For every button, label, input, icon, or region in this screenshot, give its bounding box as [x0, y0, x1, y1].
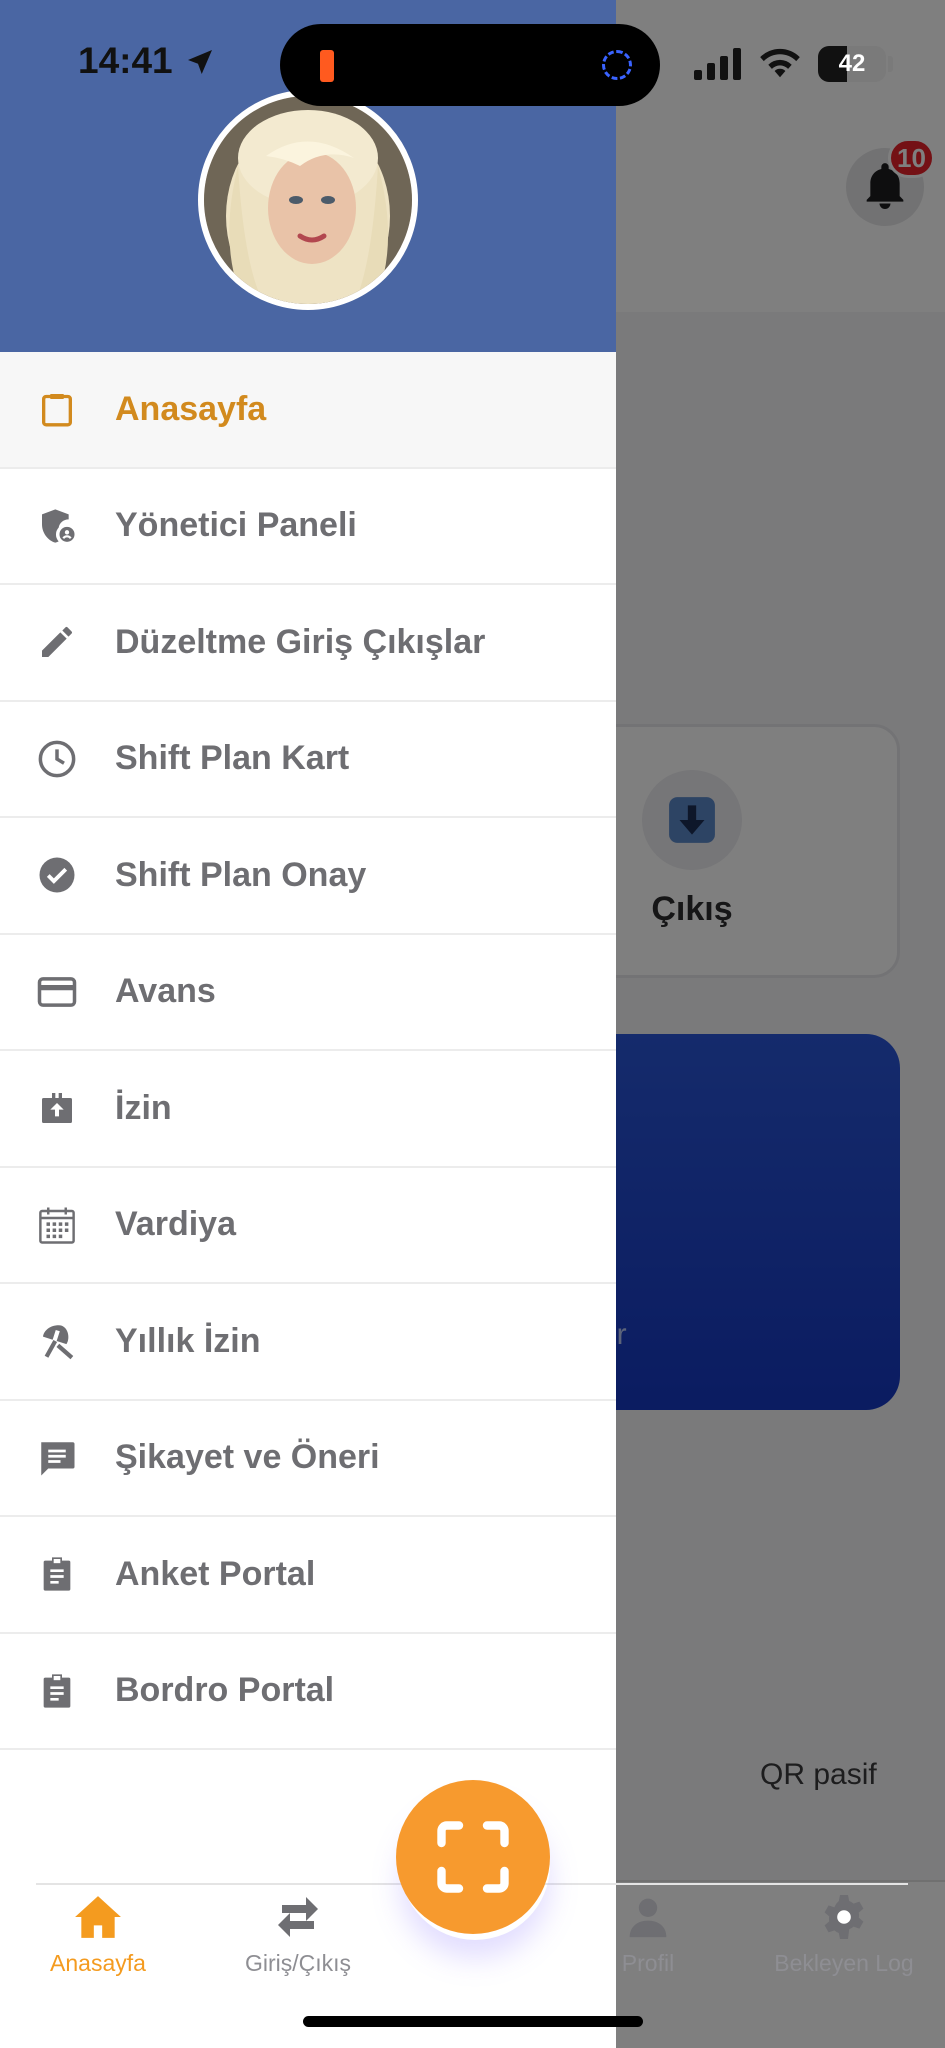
- credit-card-icon: [36, 971, 78, 1013]
- status-time: 14:41: [78, 40, 173, 81]
- tab-label: Profil: [621, 1950, 675, 1976]
- tab-label: Bekleyen Log: [774, 1950, 914, 1976]
- menu-item-sikayet-ve-oneri[interactable]: Şikayet ve Öneri: [0, 1401, 616, 1517]
- menu-item-label: Bordro Portal: [115, 1671, 335, 1710]
- menu-item-vardiya[interactable]: Vardiya: [0, 1168, 616, 1284]
- menu-item-anasayfa[interactable]: Anasayfa: [0, 352, 616, 469]
- avatar[interactable]: [198, 90, 418, 310]
- menu-item-izin[interactable]: İzin: [0, 1051, 616, 1168]
- menu-item-label: Anasayfa: [115, 389, 267, 428]
- menu-item-bordro-portal[interactable]: Bordro Portal: [0, 1634, 616, 1750]
- tab-label: Giriş/Çıkış: [244, 1950, 352, 1976]
- tab-anasayfa[interactable]: Anasayfa: [18, 1890, 178, 1977]
- swap-arrows-icon: [271, 1890, 325, 1944]
- person-icon: [621, 1890, 675, 1944]
- assignment-icon: [36, 1553, 78, 1595]
- menu-item-label: Shift Plan Onay: [115, 855, 367, 894]
- battery-percent: 42: [838, 50, 866, 77]
- cellular-signal-icon: [694, 48, 741, 80]
- battery-indicator: 42: [818, 46, 886, 82]
- menu-item-label: Düzeltme Giriş Çıkışlar: [115, 622, 486, 661]
- assignment-icon: [36, 1670, 78, 1712]
- menu-item-label: Yıllık İzin: [115, 1321, 261, 1360]
- menu-item-avans[interactable]: Avans: [0, 935, 616, 1051]
- menu-item-label: Shift Plan Kart: [115, 739, 350, 778]
- check-circle-icon: [36, 854, 78, 896]
- clipboard-icon: [36, 388, 78, 430]
- menu-item-label: Şikayet ve Öneri: [115, 1438, 380, 1477]
- qr-scan-button[interactable]: [396, 1780, 550, 1934]
- wifi-icon: [760, 48, 800, 78]
- recording-indicator: [320, 50, 334, 82]
- qr-scan-icon: [437, 1821, 509, 1893]
- drawer-menu: Anasayfa Yönetici Paneli Düzeltme Giriş …: [0, 352, 616, 1750]
- menu-item-anket-portal[interactable]: Anket Portal: [0, 1517, 616, 1634]
- tab-bekleyen-log[interactable]: Bekleyen Log: [764, 1890, 924, 1977]
- admin-shield-icon: [36, 505, 78, 547]
- battery-nub: [888, 56, 893, 72]
- home-icon: [71, 1890, 125, 1944]
- menu-item-shift-plan-onay[interactable]: Shift Plan Onay: [0, 818, 616, 935]
- calendar-icon: [36, 1204, 78, 1246]
- menu-item-yonetici-paneli[interactable]: Yönetici Paneli: [0, 469, 616, 585]
- menu-item-label: Yönetici Paneli: [115, 506, 357, 545]
- menu-item-shift-plan-kart[interactable]: Shift Plan Kart: [0, 702, 616, 818]
- tab-profil[interactable]: Profil: [568, 1890, 728, 1977]
- navigation-drawer: Anasayfa Yönetici Paneli Düzeltme Giriş …: [0, 0, 616, 2048]
- tab-giris-cikis[interactable]: Giriş/Çıkış: [218, 1890, 378, 1977]
- location-arrow-icon: [188, 50, 212, 74]
- menu-item-yillik-izin[interactable]: Yıllık İzin: [0, 1284, 616, 1401]
- activity-indicator: [602, 50, 632, 80]
- menu-item-label: İzin: [115, 1088, 172, 1127]
- menu-item-label: Anket Portal: [115, 1554, 316, 1593]
- beach-umbrella-icon: [36, 1320, 78, 1362]
- message-icon: [36, 1437, 78, 1479]
- clock-icon: [36, 738, 78, 780]
- luggage-upload-icon: [36, 1087, 78, 1129]
- tab-label: Anasayfa: [50, 1950, 146, 1976]
- menu-item-label: Vardiya: [115, 1205, 236, 1244]
- menu-item-duzeltme-giris-cikislar[interactable]: Düzeltme Giriş Çıkışlar: [0, 585, 616, 702]
- profile-photo: [204, 96, 412, 304]
- menu-item-label: Avans: [115, 972, 216, 1011]
- home-indicator: [303, 2016, 643, 2027]
- gear-icon: [817, 1890, 871, 1944]
- pencil-icon: [36, 621, 78, 663]
